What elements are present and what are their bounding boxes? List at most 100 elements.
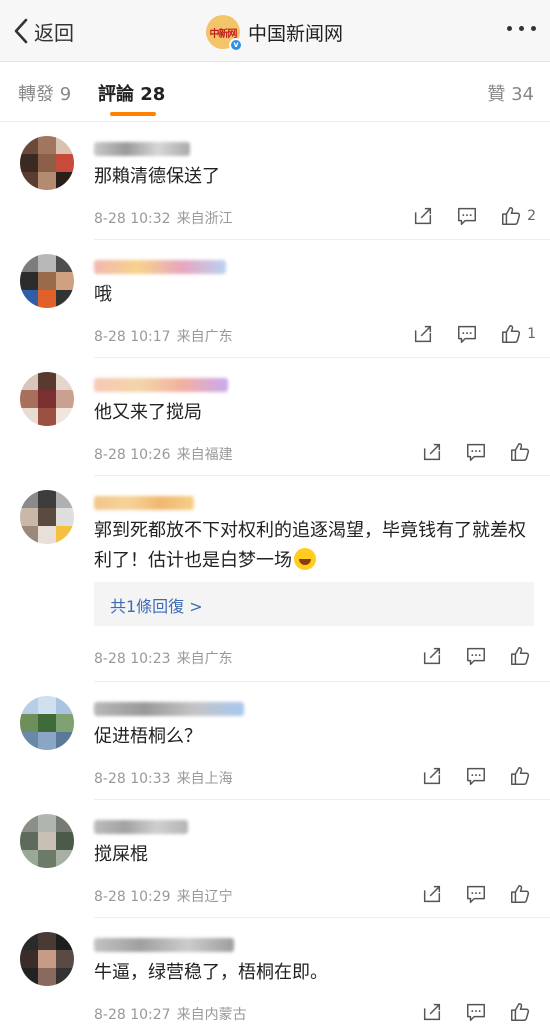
comment-text: 搅屎棍 — [94, 844, 148, 865]
tab-comments[interactable]: 評論 28 — [98, 80, 165, 106]
comment-meta: 8-28 10:26 来自福建 — [94, 444, 233, 464]
comment-actions: 1 — [390, 322, 536, 346]
avatar[interactable] — [20, 814, 74, 868]
like-button[interactable]: 2 — [500, 205, 536, 227]
comment-time: 8-28 10:32 — [94, 211, 171, 227]
comment-actions — [399, 1000, 536, 1024]
tab-likes[interactable]: 贊 34 — [487, 80, 534, 106]
comment-text: 郭到死都放不下对权利的追逐渴望，毕竟钱有了就差权利了！估计也是白梦一场 — [94, 516, 534, 576]
comment-time: 8-28 10:17 — [94, 329, 171, 345]
comment-text: 哦 — [94, 284, 112, 305]
comment-time: 8-28 10:23 — [94, 651, 171, 667]
avatar[interactable] — [20, 490, 74, 544]
comment-icon — [467, 767, 485, 785]
comment-item: 促进梧桐么？ 8-28 10:33 来自上海 — [0, 682, 550, 800]
like-button[interactable] — [509, 645, 536, 667]
reply-button[interactable] — [465, 1001, 487, 1023]
comment-text: 他又来了搅局 — [94, 402, 202, 423]
share-icon — [415, 325, 432, 343]
username-blurred[interactable] — [94, 496, 194, 510]
comment-location: 来自辽宁 — [176, 889, 233, 905]
share-button[interactable] — [421, 441, 443, 463]
avatar[interactable] — [20, 932, 74, 986]
avatar[interactable] — [20, 254, 74, 308]
comment-time: 8-28 10:33 — [94, 771, 171, 787]
account-header[interactable]: 中新网 v 中国新闻网 — [206, 14, 344, 52]
share-button[interactable] — [421, 765, 443, 787]
comment-location: 来自广东 — [176, 329, 233, 345]
like-button[interactable] — [509, 1001, 536, 1023]
logo-text: 中新网 — [209, 28, 238, 40]
like-count: 1 — [527, 326, 536, 342]
like-button[interactable] — [509, 441, 536, 463]
back-button[interactable]: 返回 — [12, 14, 74, 48]
replies-label: 共1條回復 > — [110, 597, 203, 616]
like-icon — [502, 207, 521, 225]
comment-item: 哦 8-28 10:17 来自广东 1 — [0, 240, 550, 358]
comment-meta: 8-28 10:29 来自辽宁 — [94, 886, 233, 906]
share-button[interactable] — [421, 883, 443, 905]
like-icon — [511, 885, 530, 903]
username-blurred[interactable] — [94, 702, 244, 716]
comment-item: 他又来了搅局 8-28 10:26 来自福建 — [0, 358, 550, 476]
replies-link[interactable]: 共1條回復 > — [94, 582, 534, 626]
account-logo: 中新网 v — [206, 15, 243, 52]
username-blurred[interactable] — [94, 260, 226, 274]
like-button[interactable] — [509, 883, 536, 905]
page-title: 中国新闻网 — [248, 22, 344, 45]
tab-bar: 轉發 9 評論 28 贊 34 — [0, 62, 550, 122]
comment-item: 搅屎棍 8-28 10:29 来自辽宁 — [0, 800, 550, 918]
comment-location: 来自广东 — [176, 651, 233, 667]
avatar[interactable] — [20, 696, 74, 750]
like-icon — [511, 1003, 530, 1021]
avatar[interactable] — [20, 136, 74, 190]
like-icon — [511, 443, 530, 461]
reply-button[interactable] — [465, 645, 487, 667]
comment-text: 牛逼，绿营稳了，梧桐在即。 — [94, 962, 328, 983]
username-blurred[interactable] — [94, 142, 190, 156]
share-button[interactable] — [421, 1001, 443, 1023]
comment-location: 来自福建 — [176, 447, 233, 463]
comment-time: 8-28 10:29 — [94, 889, 171, 905]
comment-icon — [467, 885, 485, 903]
comment-actions — [399, 764, 536, 788]
more-icon[interactable] — [507, 26, 536, 31]
comment-location: 来自内蒙古 — [176, 1007, 247, 1023]
reply-button[interactable] — [456, 323, 478, 345]
share-button[interactable] — [412, 323, 434, 345]
like-button[interactable] — [509, 765, 536, 787]
laughing-emoji-icon — [294, 548, 316, 570]
comment-actions — [399, 882, 536, 906]
share-icon — [423, 647, 441, 665]
comment-actions — [399, 644, 536, 668]
comment-actions: 2 — [390, 204, 536, 228]
like-count: 2 — [527, 208, 536, 224]
comment-item: 那賴清德保送了 8-28 10:32 来自浙江 2 — [0, 122, 550, 240]
reply-button[interactable] — [465, 441, 487, 463]
reply-button[interactable] — [465, 883, 487, 905]
comment-location: 来自浙江 — [176, 211, 233, 227]
username-blurred[interactable] — [94, 938, 234, 952]
share-button[interactable] — [412, 205, 434, 227]
active-tab-indicator — [110, 112, 156, 116]
username-blurred[interactable] — [94, 378, 228, 392]
username-blurred[interactable] — [94, 820, 188, 834]
verified-icon: v — [229, 38, 243, 52]
share-button[interactable] — [421, 645, 443, 667]
comment-icon — [458, 325, 477, 343]
comment-icon — [467, 1003, 485, 1021]
reply-button[interactable] — [465, 765, 487, 787]
reply-button[interactable] — [456, 205, 478, 227]
like-button[interactable]: 1 — [500, 323, 536, 345]
share-icon — [423, 1003, 441, 1021]
share-icon — [415, 207, 432, 225]
tab-reposts[interactable]: 轉發 9 — [18, 80, 71, 106]
comment-location: 来自上海 — [176, 771, 233, 787]
comment-time: 8-28 10:27 — [94, 1007, 171, 1023]
like-icon — [511, 647, 530, 665]
avatar[interactable] — [20, 372, 74, 426]
comment-time: 8-28 10:26 — [94, 447, 171, 463]
share-icon — [423, 443, 441, 461]
chevron-left-icon — [14, 18, 28, 44]
comment-item: 郭到死都放不下对权利的追逐渴望，毕竟钱有了就差权利了！估计也是白梦一场 共1條回… — [0, 476, 550, 682]
